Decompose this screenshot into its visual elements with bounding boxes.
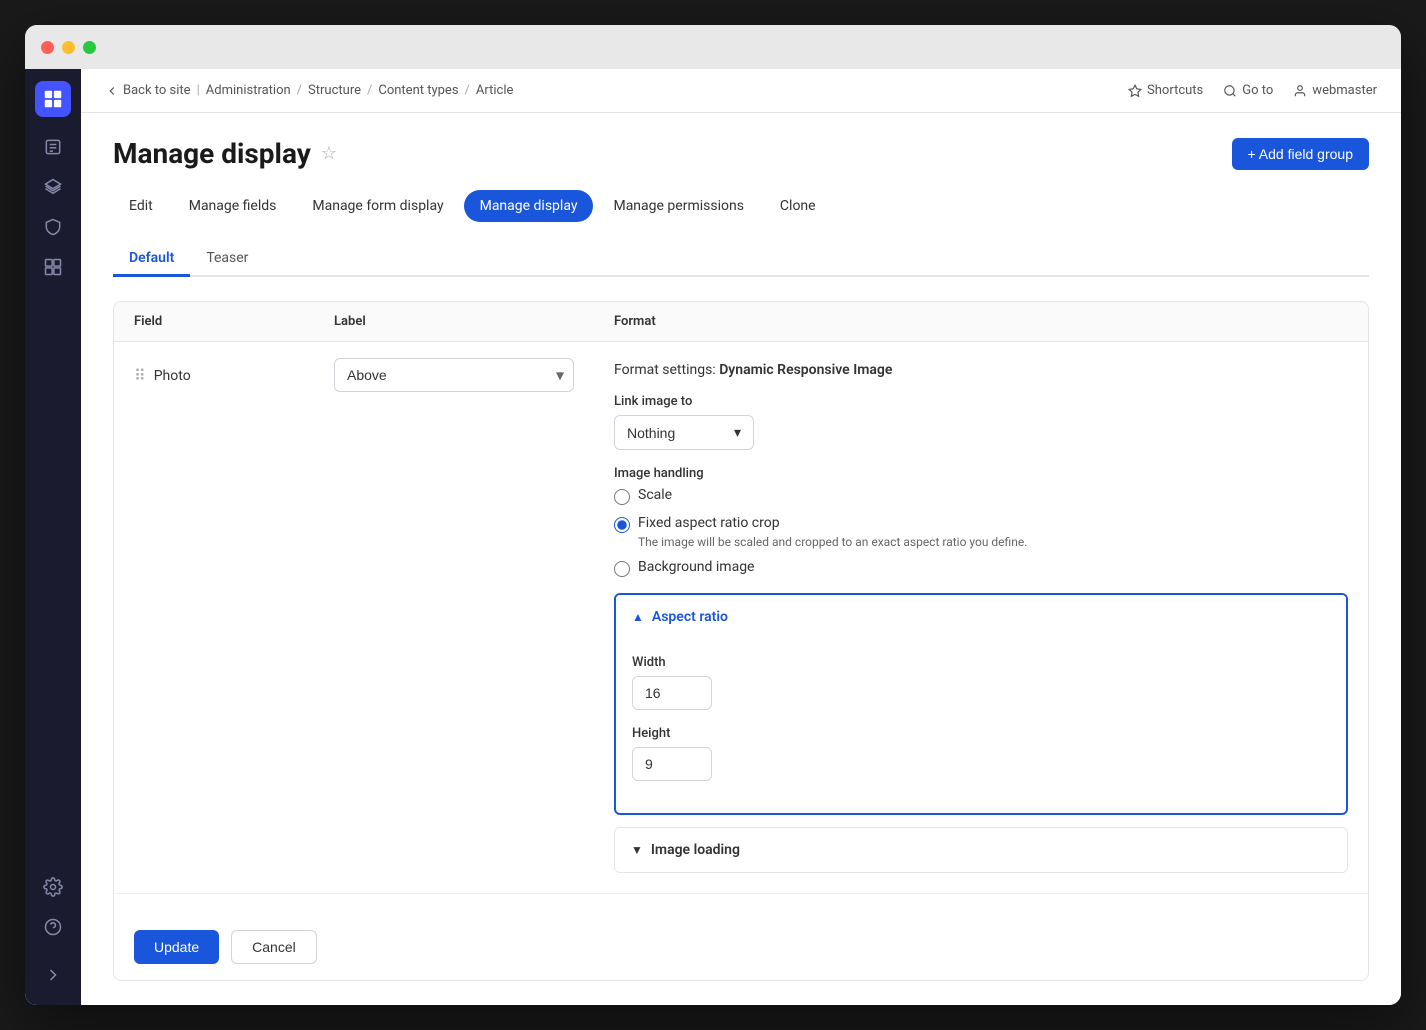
radio-fixed-aspect-input[interactable] — [614, 517, 630, 533]
link-image-label: Link image to — [614, 394, 1348, 409]
sidebar-item-content[interactable] — [35, 129, 71, 165]
tab-edit[interactable]: Edit — [113, 190, 169, 222]
aspect-ratio-section: ▲ Aspect ratio Width — [614, 593, 1348, 815]
fixed-aspect-desc: The image will be scaled and cropped to … — [638, 535, 1348, 549]
breadcrumb-article[interactable]: Article — [476, 83, 513, 98]
field-cell: ⠿ Photo — [134, 358, 334, 385]
update-button[interactable]: Update — [134, 930, 219, 964]
height-label: Height — [632, 726, 1330, 741]
shortcuts-button[interactable]: Shortcuts — [1128, 83, 1203, 98]
sidebar-toggle[interactable] — [35, 957, 71, 993]
content-icon — [43, 137, 63, 157]
aspect-ratio-header[interactable]: ▲ Aspect ratio — [616, 595, 1346, 639]
label-select-wrapper: Above Inline Hidden Visually hidden ▾ — [334, 358, 574, 392]
chevron-up-icon: ▲ — [632, 610, 644, 624]
link-image-dropdown[interactable]: Nothing ▾ — [614, 415, 754, 450]
width-group: Width — [632, 655, 1330, 710]
tab-manage-form-display[interactable]: Manage form display — [296, 190, 459, 222]
action-row: Update Cancel — [114, 914, 1368, 980]
radio-scale-input[interactable] — [614, 489, 630, 505]
column-format: Format — [614, 314, 1348, 329]
table-row: ⠿ Photo Above Inline Hidden Visually hid… — [114, 342, 1368, 894]
page-title-row: Manage display ☆ — [113, 137, 337, 170]
breadcrumb-administration[interactable]: Administration — [206, 83, 291, 98]
format-settings: Format settings: Dynamic Responsive Imag… — [614, 358, 1348, 877]
titlebar — [25, 25, 1401, 69]
height-input[interactable] — [632, 747, 712, 781]
page-header: Manage display ☆ + Add field group — [113, 137, 1369, 170]
breadcrumb: Back to site | Administration / Structur… — [105, 83, 513, 98]
sidebar-item-structure[interactable] — [35, 169, 71, 205]
cancel-button[interactable]: Cancel — [231, 930, 317, 964]
image-loading-header[interactable]: ▼ Image loading — [615, 828, 1347, 872]
goto-button[interactable]: Go to — [1223, 83, 1273, 98]
logo-icon — [42, 88, 64, 110]
modules-icon — [43, 257, 63, 277]
dropdown-chevron-icon: ▾ — [734, 424, 741, 441]
width-label: Width — [632, 655, 1330, 670]
shield-icon — [43, 217, 63, 237]
column-field: Field — [134, 314, 334, 329]
sidebar-item-configuration[interactable] — [35, 869, 71, 905]
link-image-group: Link image to Nothing ▾ — [614, 394, 1348, 450]
width-input[interactable] — [632, 676, 712, 710]
main-tabs: Edit Manage fields Manage form display M… — [113, 190, 1369, 222]
minimize-button[interactable] — [62, 41, 75, 54]
top-navigation: Back to site | Administration / Structur… — [81, 69, 1401, 113]
radio-fixed-aspect[interactable]: Fixed aspect ratio crop — [614, 515, 1348, 533]
chevron-down-icon: ▼ — [631, 843, 643, 857]
radio-fixed-aspect-wrapper: Fixed aspect ratio crop The image will b… — [614, 515, 1348, 549]
tab-manage-display[interactable]: Manage display — [464, 190, 594, 222]
breadcrumb-structure[interactable]: Structure — [308, 83, 361, 98]
drag-handle[interactable]: ⠿ — [134, 366, 146, 385]
column-label: Label — [334, 314, 614, 329]
help-icon — [43, 917, 63, 937]
sidebar-item-appearance[interactable] — [35, 209, 71, 245]
format-name: Dynamic Responsive Image — [719, 362, 892, 378]
sub-tabs: Default Teaser — [113, 242, 1369, 277]
table-header: Field Label Format — [114, 302, 1368, 342]
radio-background-input[interactable] — [614, 561, 630, 577]
sidebar-item-extend[interactable] — [35, 249, 71, 285]
label-select[interactable]: Above Inline Hidden Visually hidden — [334, 358, 574, 392]
sidebar-item-help[interactable] — [35, 909, 71, 945]
gear-icon — [43, 877, 63, 897]
image-loading-section: ▼ Image loading — [614, 827, 1348, 873]
radio-group: Scale Fixed aspect ratio crop The image … — [614, 487, 1348, 577]
page-title: Manage display — [113, 137, 311, 170]
app-logo[interactable] — [35, 81, 71, 117]
star-icon — [1128, 84, 1142, 98]
tab-teaser[interactable]: Teaser — [190, 242, 264, 277]
format-settings-title: Format settings: Dynamic Responsive Imag… — [614, 362, 1348, 378]
chevron-right-icon — [43, 965, 63, 985]
field-name: Photo — [154, 368, 191, 384]
image-handling-group: Image handling Scale — [614, 466, 1348, 577]
tab-clone[interactable]: Clone — [764, 190, 832, 222]
tab-manage-fields[interactable]: Manage fields — [173, 190, 293, 222]
user-menu[interactable]: webmaster — [1293, 83, 1377, 98]
layers-icon — [43, 177, 63, 197]
sidebar — [25, 69, 81, 1005]
fields-panel: Field Label Format ⠿ Photo — [113, 301, 1369, 981]
back-arrow-icon — [105, 84, 119, 98]
maximize-button[interactable] — [83, 41, 96, 54]
aspect-ratio-content: Width Height — [616, 639, 1346, 813]
breadcrumb-content-types[interactable]: Content types — [378, 83, 458, 98]
tab-default[interactable]: Default — [113, 242, 190, 277]
format-cell: Format settings: Dynamic Responsive Imag… — [614, 358, 1348, 877]
user-icon — [1293, 84, 1307, 98]
close-button[interactable] — [41, 41, 54, 54]
search-icon — [1223, 84, 1237, 98]
topnav-right: Shortcuts Go to webmaster — [1128, 83, 1377, 98]
height-group: Height — [632, 726, 1330, 781]
image-handling-label: Image handling — [614, 466, 1348, 481]
label-cell: Above Inline Hidden Visually hidden ▾ — [334, 358, 614, 392]
radio-background[interactable]: Background image — [614, 559, 1348, 577]
back-to-site[interactable]: Back to site — [105, 83, 191, 98]
bookmark-icon[interactable]: ☆ — [321, 143, 337, 164]
add-field-group-button[interactable]: + Add field group — [1232, 138, 1369, 170]
tab-manage-permissions[interactable]: Manage permissions — [597, 190, 759, 222]
radio-scale[interactable]: Scale — [614, 487, 1348, 505]
